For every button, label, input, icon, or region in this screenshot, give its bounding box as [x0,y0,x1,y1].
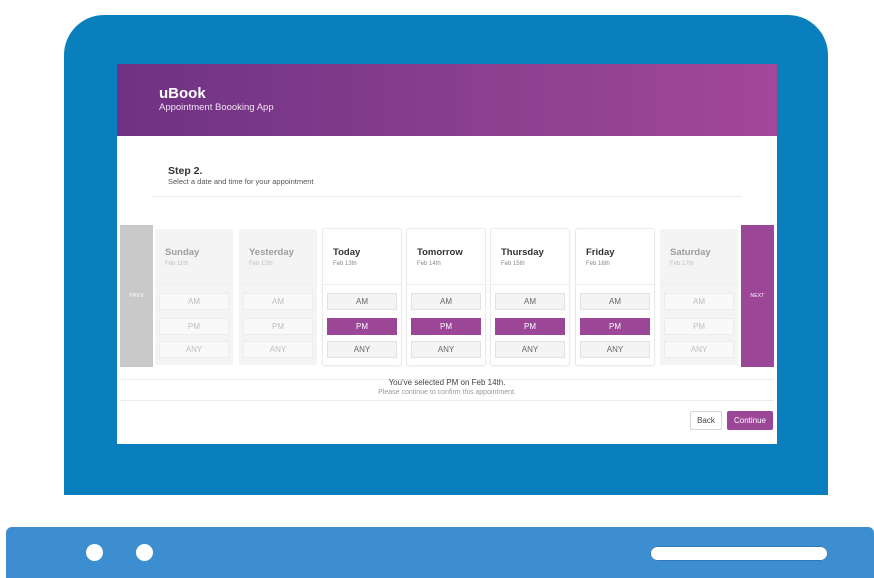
time-slot-pm[interactable]: PM [327,318,397,335]
step-subtitle: Select a date and time for your appointm… [168,177,314,186]
app-title: uBook [159,85,206,102]
day-card: Sunday Feb 11th AM PM ANY [155,229,233,365]
day-name: Today [333,247,361,258]
card-divider [239,284,317,285]
day-card: Yesterday Feb 12th AM PM ANY [239,229,317,365]
device-base [6,527,874,578]
continue-button[interactable]: Continue [727,411,773,430]
day-date: Feb 15th [501,261,525,267]
app-header: uBook Appointment Boooking App [117,64,777,136]
time-slot-any: ANY [159,341,229,358]
day-date: Feb 16th [586,261,610,267]
time-slot-any: ANY [664,341,734,358]
device-slot [650,546,828,561]
card-divider [576,284,654,285]
day-date: Feb 12th [249,261,273,267]
day-name: Thursday [501,247,544,258]
time-slot-any[interactable]: ANY [411,341,481,358]
time-slot-any: ANY [243,341,313,358]
app-screen: uBook Appointment Boooking App Step 2. S… [117,64,777,444]
day-date: Feb 13th [333,261,357,267]
next-button[interactable]: NEXT [741,225,774,367]
day-name: Tomorrow [417,247,463,258]
time-slot-am[interactable]: AM [327,293,397,310]
time-slot-any[interactable]: ANY [495,341,565,358]
selection-message: You've selected PM on Feb 14th. [388,378,506,387]
time-slot-pm: PM [159,318,229,335]
day-card: Today Feb 13th AM PM ANY [323,229,401,365]
day-date: Feb 11th [165,261,189,267]
divider [120,400,774,401]
selection-hint: Please continue to confirm this appointm… [378,389,516,396]
card-divider [491,284,569,285]
step-title: Step 2. [168,165,203,177]
day-card: Friday Feb 16th AM PM ANY [576,229,654,365]
card-divider [323,284,401,285]
card-divider [155,284,233,285]
day-card: Tomorrow Feb 14th AM PM ANY [407,229,485,365]
time-slot-am[interactable]: AM [411,293,481,310]
time-slot-am[interactable]: AM [495,293,565,310]
day-card: Saturday Feb 17th AM PM ANY [660,229,738,365]
time-slot-pm[interactable]: PM [495,318,565,335]
time-slot-pm: PM [243,318,313,335]
day-name: Saturday [670,247,711,258]
day-card: Thursday Feb 15th AM PM ANY [491,229,569,365]
time-slot-pm: PM [664,318,734,335]
time-slot-am[interactable]: AM [580,293,650,310]
indicator-dot [86,544,103,561]
time-slot-any[interactable]: ANY [580,341,650,358]
day-name: Sunday [165,247,200,258]
app-subtitle: Appointment Boooking App [159,102,274,113]
prev-button[interactable]: PREV [120,225,153,367]
time-slot-any[interactable]: ANY [327,341,397,358]
time-slot-pm[interactable]: PM [411,318,481,335]
day-name: Friday [586,247,615,258]
time-slot-am: AM [664,293,734,310]
indicator-dot [136,544,153,561]
day-date: Feb 17th [670,261,694,267]
time-slot-pm[interactable]: PM [580,318,650,335]
day-name: Yesterday [249,247,294,258]
card-divider [407,284,485,285]
time-slot-am: AM [243,293,313,310]
back-button[interactable]: Back [690,411,722,430]
time-slot-am: AM [159,293,229,310]
card-divider [660,284,738,285]
divider [152,196,742,197]
day-date: Feb 14th [417,261,441,267]
